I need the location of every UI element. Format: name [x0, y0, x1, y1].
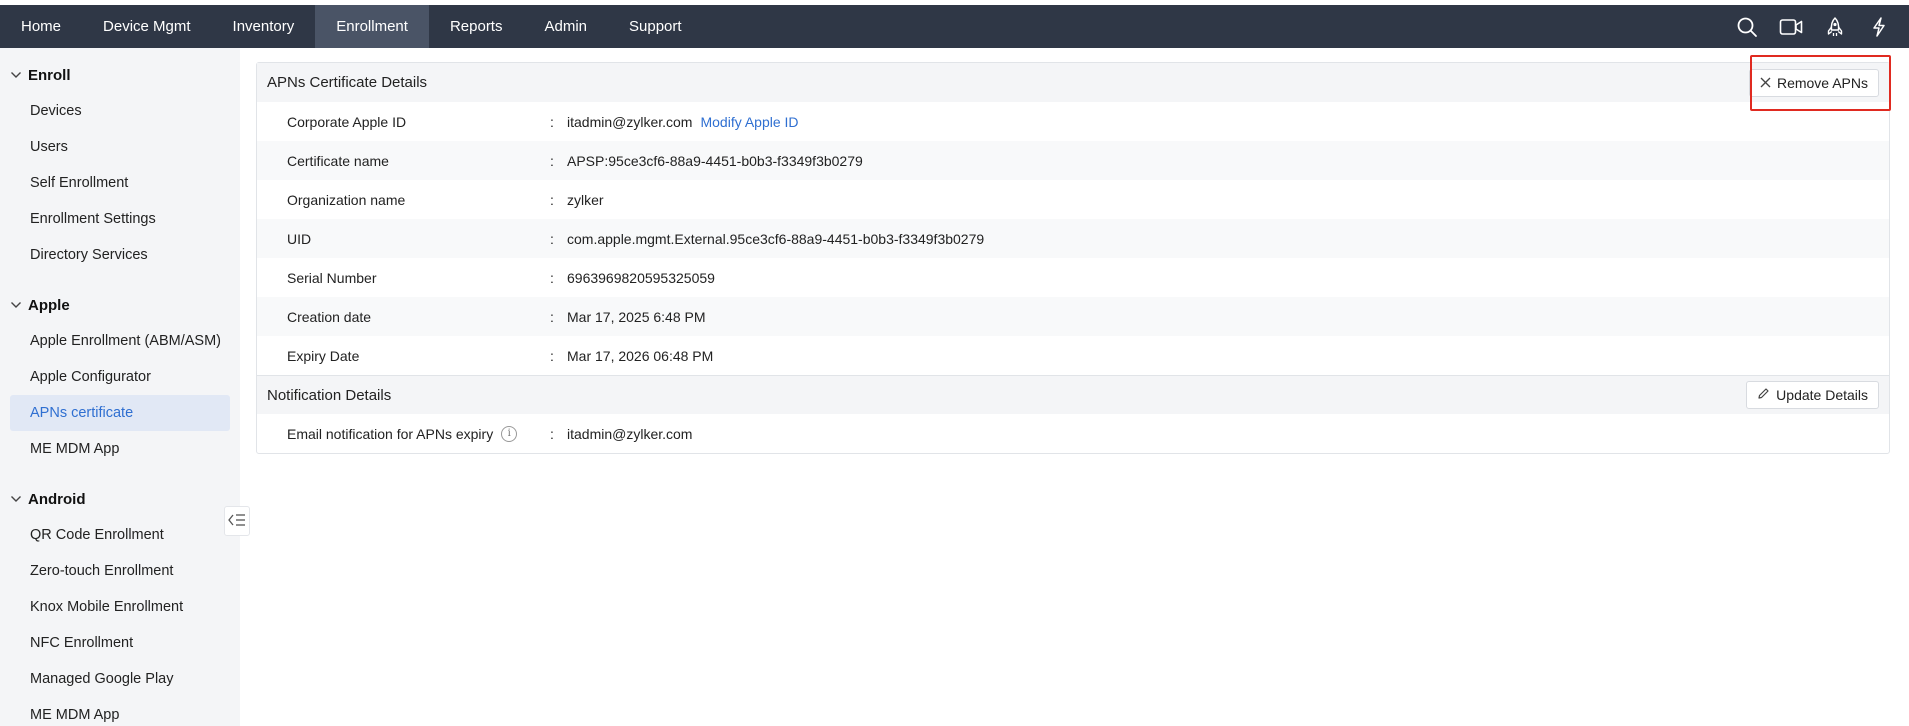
sidebar-item-me-mdm-app-apple[interactable]: ME MDM App — [10, 431, 230, 467]
close-icon — [1760, 75, 1771, 91]
notification-panel-header: Notification Details Update Details — [257, 375, 1889, 414]
detail-row-uid: UID : com.apple.mgmt.External.95ce3cf6-8… — [257, 219, 1889, 258]
detail-separator: : — [550, 269, 554, 286]
detail-label: Expiry Date — [287, 347, 360, 364]
detail-row-expiry-date: Expiry Date : Mar 17, 2026 06:48 PM — [257, 336, 1889, 375]
detail-label-container: Email notification for APNs expiry i — [257, 425, 537, 442]
detail-separator: : — [550, 230, 554, 247]
email-notification-value: itadmin@zylker.com — [567, 425, 693, 442]
chevron-down-icon — [10, 495, 24, 503]
info-icon[interactable]: i — [501, 425, 518, 442]
sidebar-group-label: Apple — [28, 296, 70, 314]
rocket-icon[interactable] — [1823, 15, 1847, 39]
sidebar-item-directory-services[interactable]: Directory Services — [10, 237, 230, 273]
detail-separator: : — [550, 425, 554, 442]
sidebar-group-label: Enroll — [28, 66, 71, 84]
sidebar-group-android[interactable]: Android — [0, 481, 240, 517]
panel-title: Notification Details — [267, 386, 392, 404]
chevron-down-icon — [10, 71, 24, 79]
detail-row-creation-date: Creation date : Mar 17, 2025 6:48 PM — [257, 297, 1889, 336]
detail-separator: : — [550, 113, 554, 130]
sidebar-group-label: Android — [28, 490, 86, 508]
apns-certificate-panel: APNs Certificate Details Remove APNs Cor… — [256, 62, 1890, 454]
sidebar-item-devices[interactable]: Devices — [10, 93, 230, 129]
main-content: APNs Certificate Details Remove APNs Cor… — [256, 62, 1890, 454]
sidebar-item-apple-configurator[interactable]: Apple Configurator — [10, 359, 230, 395]
update-details-button[interactable]: Update Details — [1746, 381, 1879, 409]
corporate-apple-id-value: itadmin@zylker.com — [567, 113, 693, 130]
top-navigation-bar: Home Device Mgmt Inventory Enrollment Re… — [0, 5, 1909, 48]
nav-tab-inventory[interactable]: Inventory — [212, 5, 316, 48]
panel-title: APNs Certificate Details — [267, 74, 428, 91]
uid-value: com.apple.mgmt.External.95ce3cf6-88a9-44… — [567, 230, 985, 247]
apns-panel-header: APNs Certificate Details Remove APNs — [257, 63, 1889, 102]
sidebar-group-apple[interactable]: Apple — [0, 287, 240, 323]
detail-value-container: itadmin@zylker.com Modify Apple ID — [567, 114, 799, 130]
detail-row-email-notification: Email notification for APNs expiry i : i… — [257, 414, 1889, 453]
detail-label: Certificate name — [287, 152, 389, 169]
nav-tab-reports[interactable]: Reports — [429, 5, 524, 48]
modify-apple-id-link[interactable]: Modify Apple ID — [700, 114, 798, 130]
update-details-label: Update Details — [1776, 387, 1868, 403]
sidebar-item-self-enrollment[interactable]: Self Enrollment — [10, 165, 230, 201]
detail-row-corporate-apple-id: Corporate Apple ID : itadmin@zylker.com … — [257, 102, 1889, 141]
nav-tab-enrollment[interactable]: Enrollment — [315, 5, 429, 48]
video-icon[interactable] — [1779, 15, 1803, 39]
sidebar: Enroll Devices Users Self Enrollment Enr… — [0, 48, 240, 726]
sidebar-item-qr-code-enrollment[interactable]: QR Code Enrollment — [10, 517, 230, 553]
collapse-menu-icon — [228, 513, 246, 530]
sidebar-item-apple-enrollment[interactable]: Apple Enrollment (ABM/ASM) — [10, 323, 230, 359]
creation-date-value: Mar 17, 2025 6:48 PM — [567, 308, 706, 325]
detail-row-serial-number: Serial Number : 6963969820595325059 — [257, 258, 1889, 297]
nav-tab-home[interactable]: Home — [0, 5, 82, 48]
detail-label: Creation date — [287, 308, 372, 325]
detail-row-certificate-name: Certificate name : APSP:95ce3cf6-88a9-44… — [257, 141, 1889, 180]
search-icon[interactable] — [1735, 15, 1759, 39]
sidebar-item-me-mdm-app-android[interactable]: ME MDM App — [10, 697, 230, 726]
detail-separator: : — [550, 347, 554, 364]
detail-label: Organization name — [287, 191, 406, 208]
detail-separator: : — [550, 308, 554, 325]
sidebar-item-apns-certificate[interactable]: APNs certificate — [10, 395, 230, 431]
serial-number-value: 6963969820595325059 — [567, 269, 715, 286]
detail-label: Corporate Apple ID — [287, 113, 407, 130]
expiry-date-value: Mar 17, 2026 06:48 PM — [567, 347, 714, 364]
lightning-icon[interactable] — [1867, 15, 1891, 39]
sidebar-item-managed-google-play[interactable]: Managed Google Play — [10, 661, 230, 697]
detail-label: Serial Number — [287, 269, 377, 286]
detail-separator: : — [550, 191, 554, 208]
organization-name-value: zylker — [567, 191, 604, 208]
sidebar-item-knox-mobile-enrollment[interactable]: Knox Mobile Enrollment — [10, 589, 230, 625]
nav-tab-support[interactable]: Support — [608, 5, 703, 48]
sidebar-item-users[interactable]: Users — [10, 129, 230, 165]
nav-icon-group — [1735, 5, 1891, 48]
detail-label: Email notification for APNs expiry — [287, 425, 494, 442]
certificate-name-value: APSP:95ce3cf6-88a9-4451-b0b3-f3349f3b027… — [567, 152, 863, 169]
sidebar-item-zero-touch-enrollment[interactable]: Zero-touch Enrollment — [10, 553, 230, 589]
detail-separator: : — [550, 152, 554, 169]
sidebar-collapse-handle[interactable] — [224, 506, 250, 536]
pencil-icon — [1757, 387, 1770, 403]
sidebar-item-enrollment-settings[interactable]: Enrollment Settings — [10, 201, 230, 237]
remove-apns-label: Remove APNs — [1776, 74, 1868, 91]
nav-tab-device-mgmt[interactable]: Device Mgmt — [82, 5, 212, 48]
detail-label: UID — [287, 230, 312, 247]
chevron-down-icon — [10, 301, 24, 309]
sidebar-item-nfc-enrollment[interactable]: NFC Enrollment — [10, 625, 230, 661]
remove-apns-button[interactable]: Remove APNs — [1748, 68, 1879, 97]
sidebar-group-enroll[interactable]: Enroll — [0, 57, 240, 93]
nav-tab-admin[interactable]: Admin — [523, 5, 608, 48]
detail-row-organization-name: Organization name : zylker — [257, 180, 1889, 219]
